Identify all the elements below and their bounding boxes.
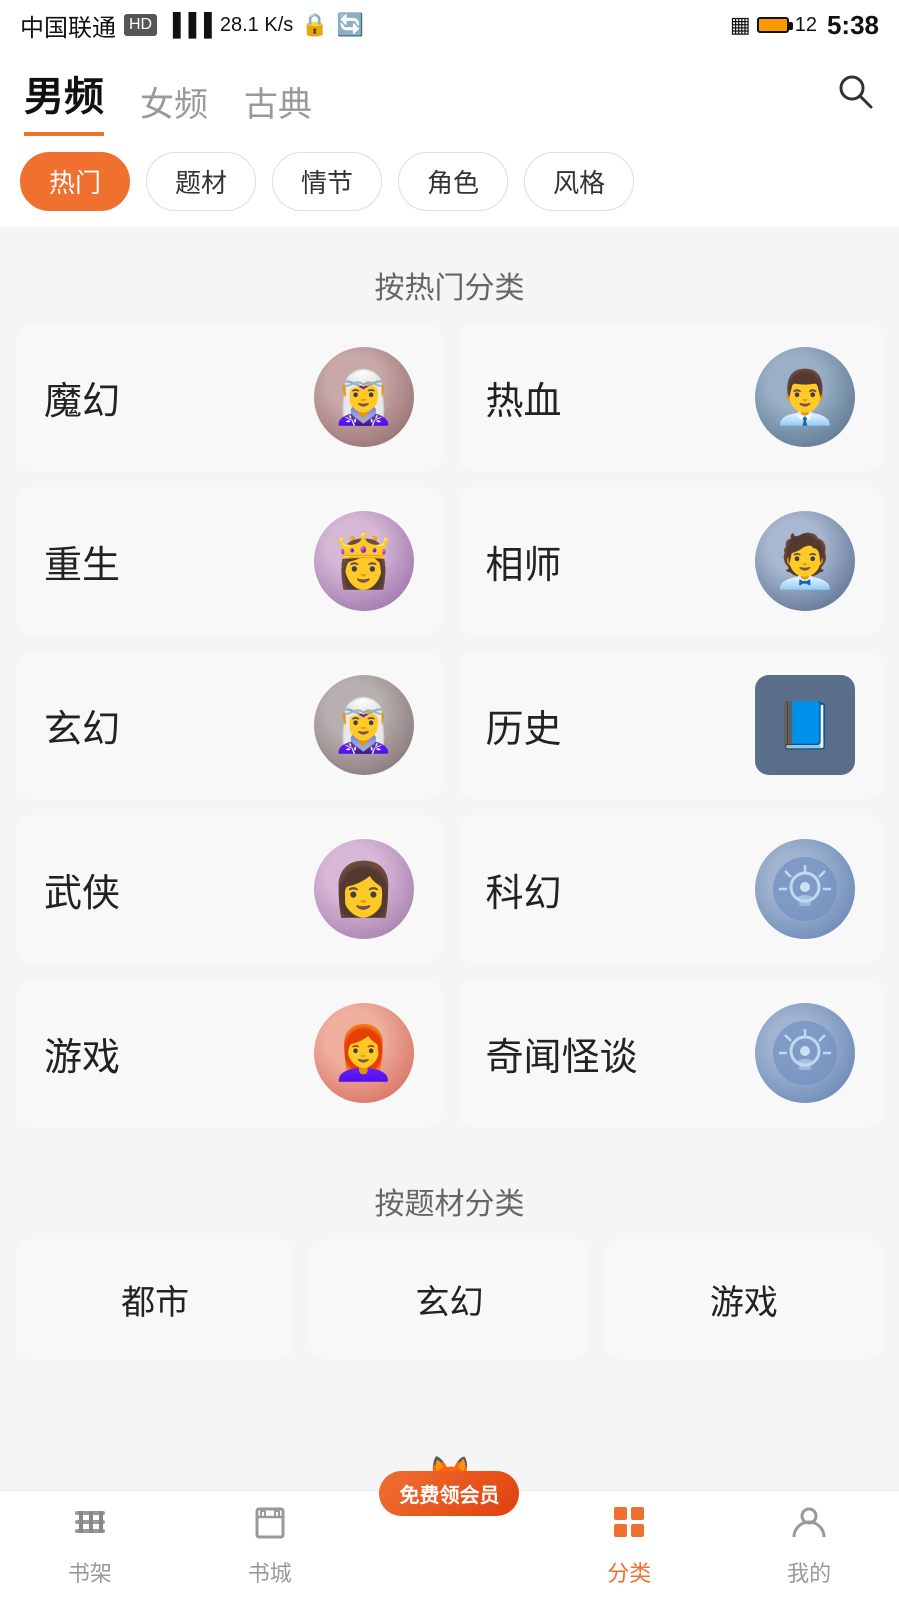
subject-xuanhuan[interactable]: 玄幻 <box>310 1239 588 1359</box>
hot-category-grid: 魔幻 🧝‍♀️ 热血 👨‍💼 重生 👸 相师 🧑‍💼 <box>0 323 899 1127</box>
category-scifi-label: 科幻 <box>486 862 562 917</box>
category-strange[interactable]: 奇闻怪谈 <box>458 979 884 1127</box>
subject-dushi[interactable]: 都市 <box>16 1239 294 1359</box>
category-fantasy[interactable]: 魔幻 🧝‍♀️ <box>16 323 442 471</box>
category-wuxia[interactable]: 武侠 👩 <box>16 815 442 963</box>
category-master-avatar: 🧑‍💼 <box>755 511 855 611</box>
status-right: ▦ 12 5:38 <box>730 10 879 41</box>
subject-section-title: 按题材分类 <box>0 1151 899 1239</box>
category-master-label: 相师 <box>486 534 562 589</box>
filter-bar: 热门 题材 情节 角色 风格 <box>0 136 899 227</box>
category-history[interactable]: 历史 📘 <box>458 651 884 799</box>
category-xuan-label: 玄幻 <box>44 698 120 753</box>
category-icon <box>610 1503 648 1550</box>
tab-female[interactable]: 女频 <box>140 77 208 136</box>
filter-role[interactable]: 角色 <box>398 152 508 211</box>
carrier-text: 中国联通 <box>20 8 116 43</box>
store-icon <box>251 1503 289 1550</box>
time-display: 5:38 <box>827 10 879 41</box>
category-rebirth-avatar: 👸 <box>314 511 414 611</box>
subject-grid: 都市 玄幻 游戏 <box>0 1239 899 1375</box>
bottom-nav: 书架 书城 🦊 免费领会员 分类 <box>0 1490 899 1600</box>
hot-section: 按热门分类 魔幻 🧝‍♀️ 热血 👨‍💼 重生 👸 相师 <box>0 235 899 1127</box>
status-bar: 中国联通 HD ▐▐▐ 28.1 K/s 🔒 🔄 ▦ 12 5:38 <box>0 0 899 50</box>
nav-shelf[interactable]: 书架 <box>0 1491 180 1600</box>
category-rebirth[interactable]: 重生 👸 <box>16 487 442 635</box>
tab-male[interactable]: 男频 <box>24 64 104 136</box>
category-game-label: 游戏 <box>44 1026 120 1081</box>
category-game-avatar: 👩‍🦰 <box>314 1003 414 1103</box>
search-button[interactable] <box>835 71 875 129</box>
wifi-icon: ▦ <box>730 12 751 38</box>
nav-tabs: 男频 女频 古典 <box>24 64 312 136</box>
nav-category[interactable]: 分类 <box>539 1491 719 1600</box>
category-wuxia-label: 武侠 <box>44 862 120 917</box>
category-strange-label: 奇闻怪谈 <box>486 1026 638 1081</box>
filter-subject[interactable]: 题材 <box>146 152 256 211</box>
category-history-avatar: 📘 <box>755 675 855 775</box>
tab-classic[interactable]: 古典 <box>244 77 312 136</box>
battery-percent: 12 <box>795 14 817 37</box>
category-strange-avatar <box>755 1003 855 1103</box>
category-scifi-avatar <box>755 839 855 939</box>
category-game[interactable]: 游戏 👩‍🦰 <box>16 979 442 1127</box>
category-xuan[interactable]: 玄幻 🧝‍♀️ <box>16 651 442 799</box>
category-fantasy-avatar: 🧝‍♀️ <box>314 347 414 447</box>
nav-store[interactable]: 书城 <box>180 1491 360 1600</box>
subject-youxi[interactable]: 游戏 <box>605 1239 883 1359</box>
nav-mine[interactable]: 我的 <box>719 1491 899 1600</box>
vip-badge: 免费领会员 <box>379 1471 519 1516</box>
subject-section: 按题材分类 都市 玄幻 游戏 <box>0 1151 899 1391</box>
vpn-icon: 🔒 <box>301 12 328 38</box>
category-label: 分类 <box>607 1556 651 1588</box>
category-blood-avatar: 👨‍💼 <box>755 347 855 447</box>
category-history-label: 历史 <box>486 698 562 753</box>
category-master[interactable]: 相师 🧑‍💼 <box>458 487 884 635</box>
category-blood[interactable]: 热血 👨‍💼 <box>458 323 884 471</box>
category-rebirth-label: 重生 <box>44 534 120 589</box>
mine-icon <box>790 1503 828 1550</box>
hd-badge: HD <box>124 14 157 36</box>
speed-text: 28.1 K/s <box>220 14 293 37</box>
signal-bars: ▐▐▐ <box>165 12 212 38</box>
battery-icon <box>757 17 789 33</box>
category-blood-label: 热血 <box>486 370 562 425</box>
sync-icon: 🔄 <box>337 12 364 38</box>
header-nav: 男频 女频 古典 <box>0 50 899 136</box>
shelf-icon <box>71 1503 109 1550</box>
shelf-label: 书架 <box>68 1556 112 1588</box>
nav-vip[interactable]: 🦊 免费领会员 <box>360 1491 540 1600</box>
category-fantasy-label: 魔幻 <box>44 370 120 425</box>
hot-section-title: 按热门分类 <box>0 235 899 323</box>
category-wuxia-avatar: 👩 <box>314 839 414 939</box>
store-label: 书城 <box>248 1556 292 1588</box>
status-left: 中国联通 HD ▐▐▐ 28.1 K/s 🔒 🔄 <box>20 8 364 43</box>
filter-plot[interactable]: 情节 <box>272 152 382 211</box>
filter-style[interactable]: 风格 <box>524 152 634 211</box>
category-scifi[interactable]: 科幻 <box>458 815 884 963</box>
mine-label: 我的 <box>787 1556 831 1588</box>
category-xuan-avatar: 🧝‍♀️ <box>314 675 414 775</box>
filter-hot[interactable]: 热门 <box>20 152 130 211</box>
